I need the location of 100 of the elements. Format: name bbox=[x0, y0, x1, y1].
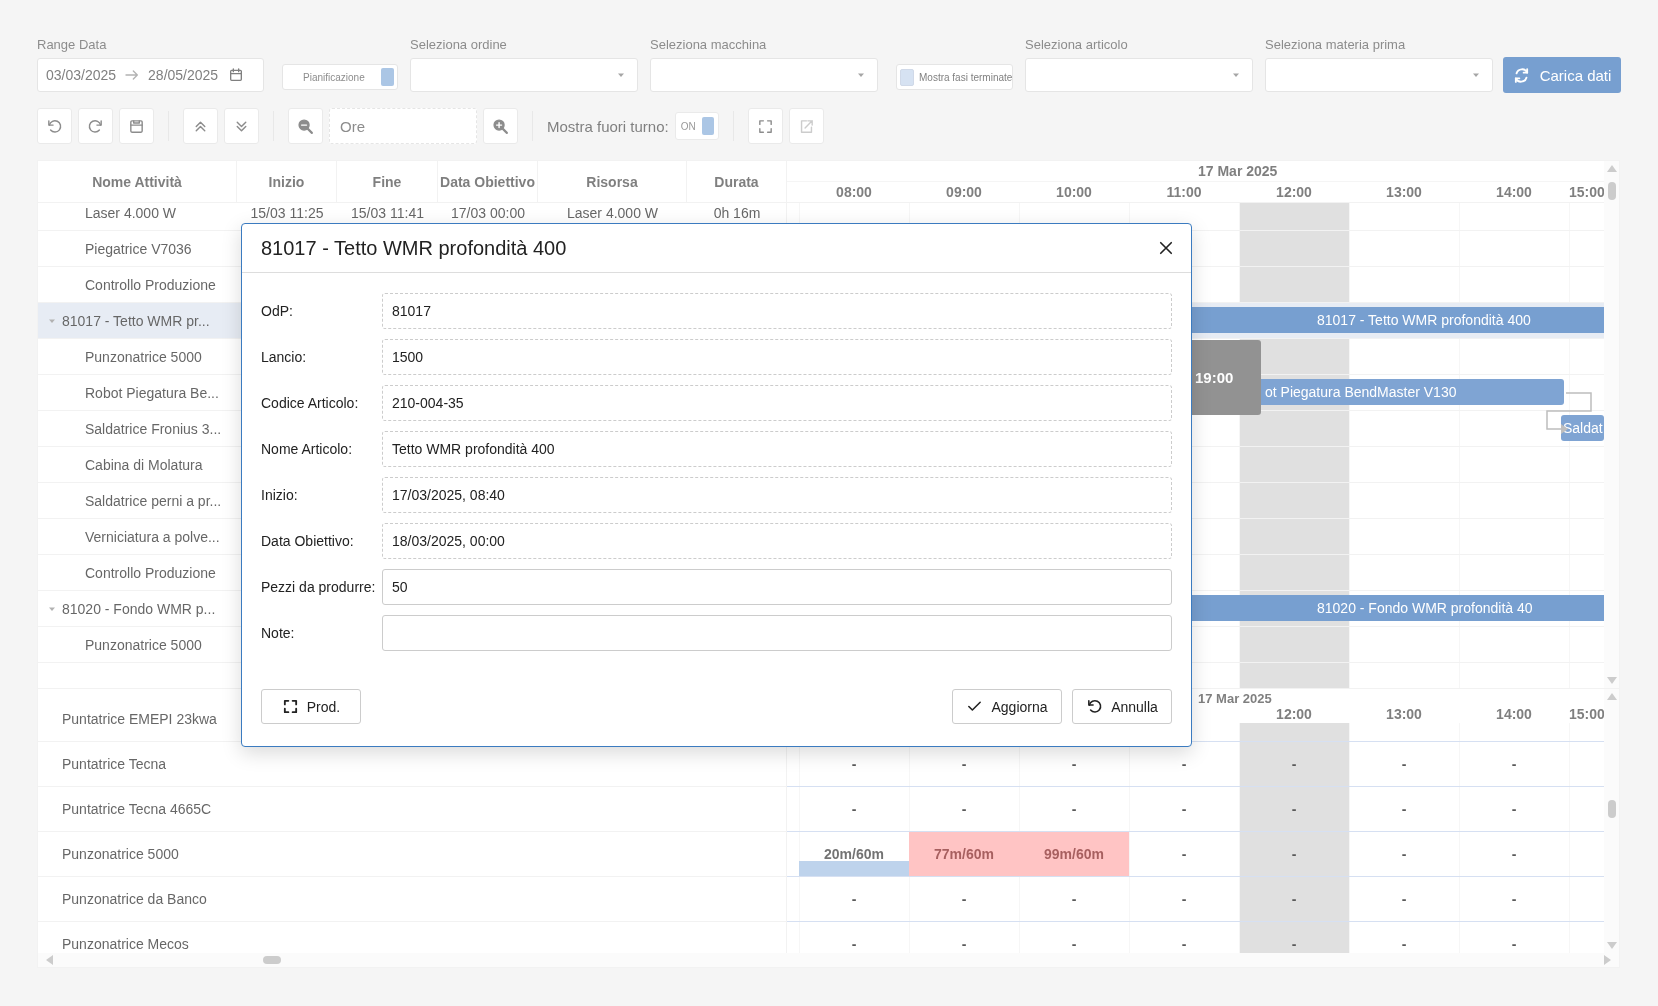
hour-label: 11:00 bbox=[1165, 184, 1203, 200]
zoom-out-button[interactable] bbox=[288, 108, 323, 144]
dropdown-field[interactable] bbox=[410, 58, 638, 92]
empty-value: - bbox=[1291, 756, 1297, 772]
scroll-up-arrow[interactable] bbox=[1606, 165, 1617, 172]
task-bar[interactable]: Saldat bbox=[1561, 415, 1604, 441]
empty-value: - bbox=[851, 801, 857, 817]
date-text: 03/03/2025 bbox=[46, 67, 117, 83]
empty-value: - bbox=[1401, 801, 1407, 817]
scrollbar-thumb[interactable] bbox=[263, 956, 281, 964]
redo-icon bbox=[87, 117, 104, 135]
text-field[interactable]: 1500 bbox=[382, 339, 1172, 375]
text-field[interactable] bbox=[382, 615, 1172, 651]
empty-value: - bbox=[1181, 936, 1187, 952]
field-label: OdP: bbox=[261, 303, 294, 319]
field-label: Inizio: bbox=[261, 487, 299, 503]
hour-label: 13:00 bbox=[1385, 184, 1423, 200]
resource-name: Puntatrice Tecna bbox=[62, 756, 167, 772]
dropdown-field[interactable] bbox=[1265, 58, 1493, 92]
update-button[interactable]: Aggiorna bbox=[952, 689, 1062, 724]
scale-field[interactable]: Ore bbox=[329, 108, 477, 144]
resource-name: Puntatrice EMEPI 23kwa bbox=[62, 711, 217, 727]
zoom-in-button[interactable] bbox=[483, 108, 518, 144]
hour-label: 09:00 bbox=[945, 184, 983, 200]
mode-switch[interactable]: Pianificazione bbox=[282, 64, 398, 90]
dropdown-field[interactable] bbox=[650, 58, 878, 92]
close-icon bbox=[1157, 239, 1175, 257]
save-button[interactable] bbox=[119, 108, 154, 144]
empty-value: - bbox=[1071, 801, 1077, 817]
field-label: Seleziona articolo bbox=[1025, 37, 1129, 53]
column-header[interactable]: Risorsa bbox=[538, 161, 687, 202]
undo-icon bbox=[46, 117, 63, 135]
fullscreen-button[interactable] bbox=[747, 108, 783, 144]
empty-value: - bbox=[1291, 846, 1297, 862]
empty-value: - bbox=[961, 756, 967, 772]
empty-value: - bbox=[1401, 846, 1407, 862]
toggle-switch[interactable]: ON bbox=[674, 112, 719, 140]
field-label: Seleziona ordine bbox=[410, 37, 508, 53]
text-field[interactable]: 17/03/2025, 08:40 bbox=[382, 477, 1172, 513]
text-field[interactable]: 210-004-35 bbox=[382, 385, 1172, 421]
load-data-button[interactable]: Carica dati bbox=[1503, 57, 1621, 93]
undo-button[interactable] bbox=[37, 108, 72, 144]
empty-value: - bbox=[851, 936, 857, 952]
cancel-button[interactable]: Annulla bbox=[1072, 689, 1172, 724]
empty-value: - bbox=[961, 891, 967, 907]
calendar-icon bbox=[228, 67, 245, 83]
column-header[interactable]: Inizio bbox=[237, 161, 337, 202]
empty-value: - bbox=[1181, 756, 1187, 772]
date-label: 17 Mar 2025 bbox=[1198, 690, 1272, 706]
task-name: Cabina di Molatura bbox=[85, 456, 203, 473]
redo-button[interactable] bbox=[78, 108, 113, 144]
empty-value: - bbox=[1511, 801, 1517, 817]
text-field[interactable]: 50 bbox=[382, 569, 1172, 605]
column-header[interactable]: Nome Attività bbox=[38, 161, 237, 202]
empty-value: - bbox=[1181, 891, 1187, 907]
empty-value: - bbox=[851, 891, 857, 907]
zoom-out-icon bbox=[297, 117, 314, 135]
date-range-field[interactable]: 03/03/2025 28/05/2025 bbox=[37, 58, 264, 92]
column-header[interactable]: Data Obiettivo bbox=[438, 161, 538, 202]
hour-label: 12:00 bbox=[1275, 706, 1313, 722]
field-label: Nome Articolo: bbox=[261, 441, 354, 457]
load-value: 20m/60m bbox=[824, 846, 884, 862]
production-button[interactable]: Prod. bbox=[261, 689, 361, 724]
hour-label: 13:00 bbox=[1385, 706, 1423, 722]
text-field[interactable]: 81017 bbox=[382, 293, 1172, 329]
expand-all-button[interactable] bbox=[224, 108, 259, 144]
empty-value: - bbox=[1401, 891, 1407, 907]
field-label: Pezzi da produrre: bbox=[261, 579, 377, 595]
dropdown-field[interactable] bbox=[1025, 58, 1253, 92]
text-field[interactable]: Tetto WMR profondità 400 bbox=[382, 431, 1172, 467]
empty-value: - bbox=[961, 936, 967, 952]
checkbox[interactable] bbox=[900, 68, 914, 86]
task-name: Saldatrice Fronius 3... bbox=[85, 420, 222, 437]
hour-label: 15:00 bbox=[1569, 706, 1604, 722]
scroll-left-arrow[interactable] bbox=[46, 955, 53, 965]
arrow-right-icon bbox=[124, 67, 141, 83]
fullscreen-icon bbox=[281, 698, 299, 715]
table-cell: 17/03 00:00 bbox=[451, 204, 525, 221]
resource-name: Punzonatrice 5000 bbox=[62, 846, 179, 862]
empty-value: - bbox=[1511, 846, 1517, 862]
resource-name: Punzonatrice da Banco bbox=[62, 891, 207, 907]
empty-value: - bbox=[1401, 756, 1407, 772]
scrollbar-thumb[interactable] bbox=[1607, 800, 1616, 818]
hour-label: 08:00 bbox=[835, 184, 873, 200]
order-name: 81017 - Tetto WMR pr... bbox=[62, 312, 210, 329]
hour-label: 14:00 bbox=[1495, 706, 1533, 722]
column-header[interactable]: Fine bbox=[337, 161, 438, 202]
collapse-all-button[interactable] bbox=[183, 108, 218, 144]
scrollbar-thumb[interactable] bbox=[1607, 182, 1616, 200]
checkbox-field[interactable]: Mostra fasi terminate bbox=[896, 64, 1013, 90]
hour-label: 14:00 bbox=[1495, 184, 1533, 200]
scroll-up-arrow[interactable] bbox=[1606, 693, 1617, 700]
table-cell: 15/03 11:41 bbox=[351, 204, 424, 221]
text-field[interactable]: 18/03/2025, 00:00 bbox=[382, 523, 1172, 559]
date-label: 17 Mar 2025 bbox=[1198, 163, 1278, 179]
task-name: Robot Piegatura Be... bbox=[85, 384, 219, 401]
scroll-right-arrow[interactable] bbox=[1604, 955, 1611, 965]
empty-value: - bbox=[961, 801, 967, 817]
field-label: Data Obiettivo: bbox=[261, 533, 355, 549]
empty-value: - bbox=[1181, 801, 1187, 817]
